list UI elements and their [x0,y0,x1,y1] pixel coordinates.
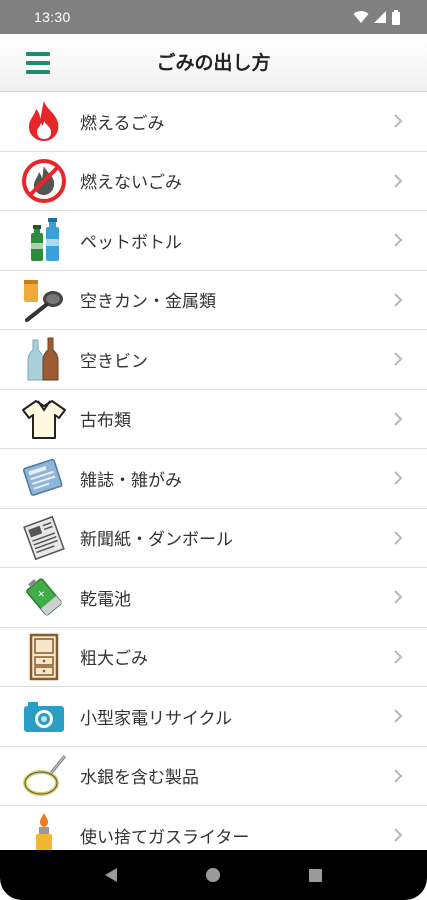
list-item-newspaper[interactable]: 新聞紙・ダンボール [0,508,427,568]
list-item-label: 粗大ごみ [80,649,148,670]
status-icons [353,9,401,25]
list-item-small-appliance[interactable]: 小型家電リサイクル [0,687,427,747]
camera-icon [20,692,68,740]
list-item-label: 古布類 [80,411,131,432]
chevron-right-icon [394,352,403,366]
list-item-magazine[interactable]: 雑誌・雑がみ [0,449,427,509]
list-item-non-burnable[interactable]: 燃えないごみ [0,151,427,211]
list-item-burnable[interactable]: 燃えるごみ [0,92,427,152]
list-item-old-cloth[interactable]: 古布類 [0,389,427,449]
battery-status-icon [392,9,400,25]
chevron-right-icon [394,828,403,842]
list-item-label: ペットボトル [80,232,182,253]
chevron-right-icon [394,709,403,723]
recents-button[interactable] [301,860,331,890]
lighter-icon [20,811,68,850]
list-item-pet-bottle[interactable]: ペットボトル [0,211,427,271]
list-item-label: 使い捨てガスライター [80,827,250,848]
list-item-label: 燃えないごみ [80,173,182,194]
list-item-label: 水銀を含む製品 [80,768,199,789]
hamburger-icon-line [26,61,50,65]
back-triangle-icon [105,868,118,882]
hamburger-icon-line [26,70,50,74]
list-item-label: 空きカン・金属類 [80,292,216,313]
list-item-label: 小型家電リサイクル [80,708,233,729]
glass-bottle-icon [20,335,68,383]
list-item-battery[interactable]: + 乾電池 [0,568,427,628]
app-bar: ごみの出し方 [0,34,427,92]
chevron-right-icon [394,114,403,128]
chevron-right-icon [394,412,403,426]
list-item-label: 新聞紙・ダンボール [80,530,233,551]
shirt-icon [20,395,68,443]
chevron-right-icon [394,293,403,307]
list-item-can-metal[interactable]: 空きカン・金属類 [0,270,427,330]
status-time: 13:30 [34,9,71,25]
no-fire-icon [20,157,68,205]
newspaper-icon [20,514,68,562]
system-nav-bar [0,850,427,900]
list-item-label: 燃えるごみ [80,113,165,134]
menu-button[interactable] [20,48,56,78]
fire-icon [20,97,68,145]
furniture-icon [20,633,68,681]
chevron-right-icon [394,590,403,604]
back-button[interactable] [96,860,126,890]
list-item-label: 雑誌・雑がみ [80,470,182,491]
chevron-right-icon [394,233,403,247]
garbage-category-list: 燃えるごみ 燃えないごみ ペットボトル 空きカン・金属類 空きビン 古布類 雑誌… [0,92,427,850]
status-bar: 13:30 [0,0,427,34]
home-circle-icon [206,868,221,882]
chevron-right-icon [394,174,403,188]
page-title: ごみの出し方 [156,52,271,74]
battery-icon: + [20,573,68,621]
wifi-icon [353,11,369,23]
chevron-right-icon [394,650,403,664]
recents-square-icon [309,868,323,882]
hamburger-icon-line [26,52,50,56]
signal-icon [374,11,386,23]
can-metal-icon [20,276,68,324]
magazine-icon [20,454,68,502]
home-button[interactable] [198,860,228,890]
list-item-label: 乾電池 [80,589,131,610]
list-item-lighter[interactable]: 使い捨てガスライター [0,806,427,850]
chevron-right-icon [394,769,403,783]
fluorescent-lamp-icon [20,752,68,800]
chevron-right-icon [394,531,403,545]
list-item-mercury[interactable]: 水銀を含む製品 [0,746,427,806]
pet-bottle-icon [20,216,68,264]
chevron-right-icon [394,471,403,485]
list-item-label: 空きビン [80,351,148,372]
list-item-bulky[interactable]: 粗大ごみ [0,627,427,687]
list-item-glass-bottle[interactable]: 空きビン [0,330,427,390]
